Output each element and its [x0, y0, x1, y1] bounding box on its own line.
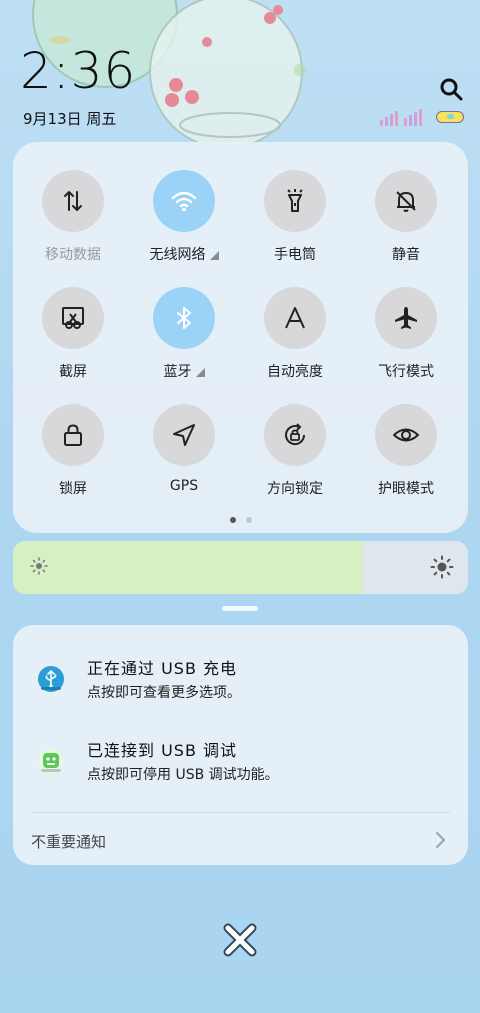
tile-mute[interactable]: 静音	[356, 170, 456, 280]
tile-label: GPS	[169, 478, 199, 494]
tile-airplane-mode[interactable]: 飞行模式	[356, 287, 456, 397]
brightness-fill	[13, 541, 364, 594]
flashlight-button[interactable]	[264, 170, 326, 232]
status-bar: 2:36 9月13日 周五	[0, 0, 480, 140]
tile-label: 蓝牙	[163, 364, 192, 380]
notification-usb-charging[interactable]: 正在通过 USB 充电 点按即可查看更多选项。	[13, 653, 468, 713]
gps-button[interactable]	[153, 404, 215, 466]
tile-label: 静音	[392, 247, 420, 263]
signal-strength-icon	[380, 109, 422, 126]
tile-lock-screen[interactable]: 锁屏	[23, 404, 123, 514]
eye-care-button[interactable]	[375, 404, 437, 466]
bluetooth-button[interactable]	[153, 287, 215, 349]
wifi-button[interactable]	[153, 170, 215, 232]
bluetooth-icon	[177, 307, 191, 329]
clock[interactable]: 2:36	[20, 46, 136, 96]
notification-title: 正在通过 USB 充电	[87, 659, 238, 678]
tile-eye-care[interactable]: 护眼模式	[356, 404, 456, 514]
battery-icon	[436, 111, 464, 123]
rotation-lock-button[interactable]	[264, 404, 326, 466]
usb-icon	[38, 666, 64, 692]
tile-screenshot[interactable]: 截屏	[23, 287, 123, 397]
divider	[31, 812, 450, 813]
auto-brightness-icon	[285, 307, 305, 329]
tile-label: 截屏	[59, 364, 87, 380]
expand-corner-icon[interactable]	[209, 251, 219, 260]
search-icon[interactable]	[438, 76, 464, 102]
rotation-lock-icon	[285, 423, 306, 446]
tile-flashlight[interactable]: 手电筒	[245, 170, 345, 280]
tile-bluetooth[interactable]: 蓝牙	[134, 287, 234, 397]
notification-usb-debugging[interactable]: 已连接到 USB 调试 点按即可停用 USB 调试功能。	[13, 735, 468, 795]
quick-settings-panel: 移动数据 无线网络 手电筒 静音 截屏 蓝牙 自动亮度 飞行模式 锁屏 GPS …	[13, 142, 468, 533]
notification-panel: 正在通过 USB 充电 点按即可查看更多选项。 已连接到 USB 调试 点按即可…	[13, 625, 468, 865]
brightness-slider[interactable]	[13, 541, 468, 594]
mute-button[interactable]	[375, 170, 437, 232]
tile-rotation-lock[interactable]: 方向锁定	[245, 404, 345, 514]
clear-all-close-icon[interactable]	[220, 920, 260, 960]
mute-bell-icon	[396, 191, 416, 212]
screenshot-icon	[62, 307, 84, 329]
page-dot[interactable]	[229, 517, 236, 523]
tile-gps[interactable]: GPS	[134, 404, 234, 514]
tile-mobile-data[interactable]: 移动数据	[23, 170, 123, 280]
tile-label: 自动亮度	[267, 364, 323, 380]
tile-label: 护眼模式	[378, 481, 434, 497]
lock-icon	[64, 424, 82, 446]
tile-wifi[interactable]: 无线网络	[134, 170, 234, 280]
unimportant-notifications-link[interactable]: 不重要通知	[31, 831, 106, 852]
tile-label: 手电筒	[274, 247, 316, 263]
page-indicator	[13, 508, 468, 527]
tile-label: 方向锁定	[267, 481, 323, 497]
screenshot-button[interactable]	[42, 287, 104, 349]
auto-brightness-button[interactable]	[264, 287, 326, 349]
brightness-high-icon	[430, 555, 454, 579]
tile-label: 移动数据	[45, 247, 101, 263]
date[interactable]: 9月13日 周五	[23, 108, 116, 129]
page-dot[interactable]	[245, 517, 252, 523]
airplane-mode-button[interactable]	[375, 287, 437, 349]
airplane-icon	[395, 307, 417, 329]
tile-label: 锁屏	[59, 481, 87, 497]
drag-handle[interactable]	[222, 606, 258, 611]
notification-title: 已连接到 USB 调试	[87, 741, 238, 760]
expand-corner-icon[interactable]	[195, 368, 205, 377]
chevron-right-icon[interactable]	[432, 830, 448, 850]
lock-screen-button[interactable]	[42, 404, 104, 466]
tile-label: 飞行模式	[378, 364, 434, 380]
location-arrow-icon	[173, 424, 195, 446]
notification-text: 点按即可停用 USB 调试功能。	[87, 767, 279, 783]
notification-text: 点按即可查看更多选项。	[87, 685, 241, 701]
mobile-data-icon	[64, 191, 82, 211]
tile-auto-brightness[interactable]: 自动亮度	[245, 287, 345, 397]
tile-label: 无线网络	[149, 247, 206, 263]
flashlight-icon	[287, 189, 303, 212]
eye-icon	[393, 428, 419, 442]
mobile-data-button[interactable]	[42, 170, 104, 232]
android-debug-icon	[38, 748, 64, 774]
brightness-low-icon	[30, 557, 48, 575]
wifi-icon	[171, 191, 197, 212]
